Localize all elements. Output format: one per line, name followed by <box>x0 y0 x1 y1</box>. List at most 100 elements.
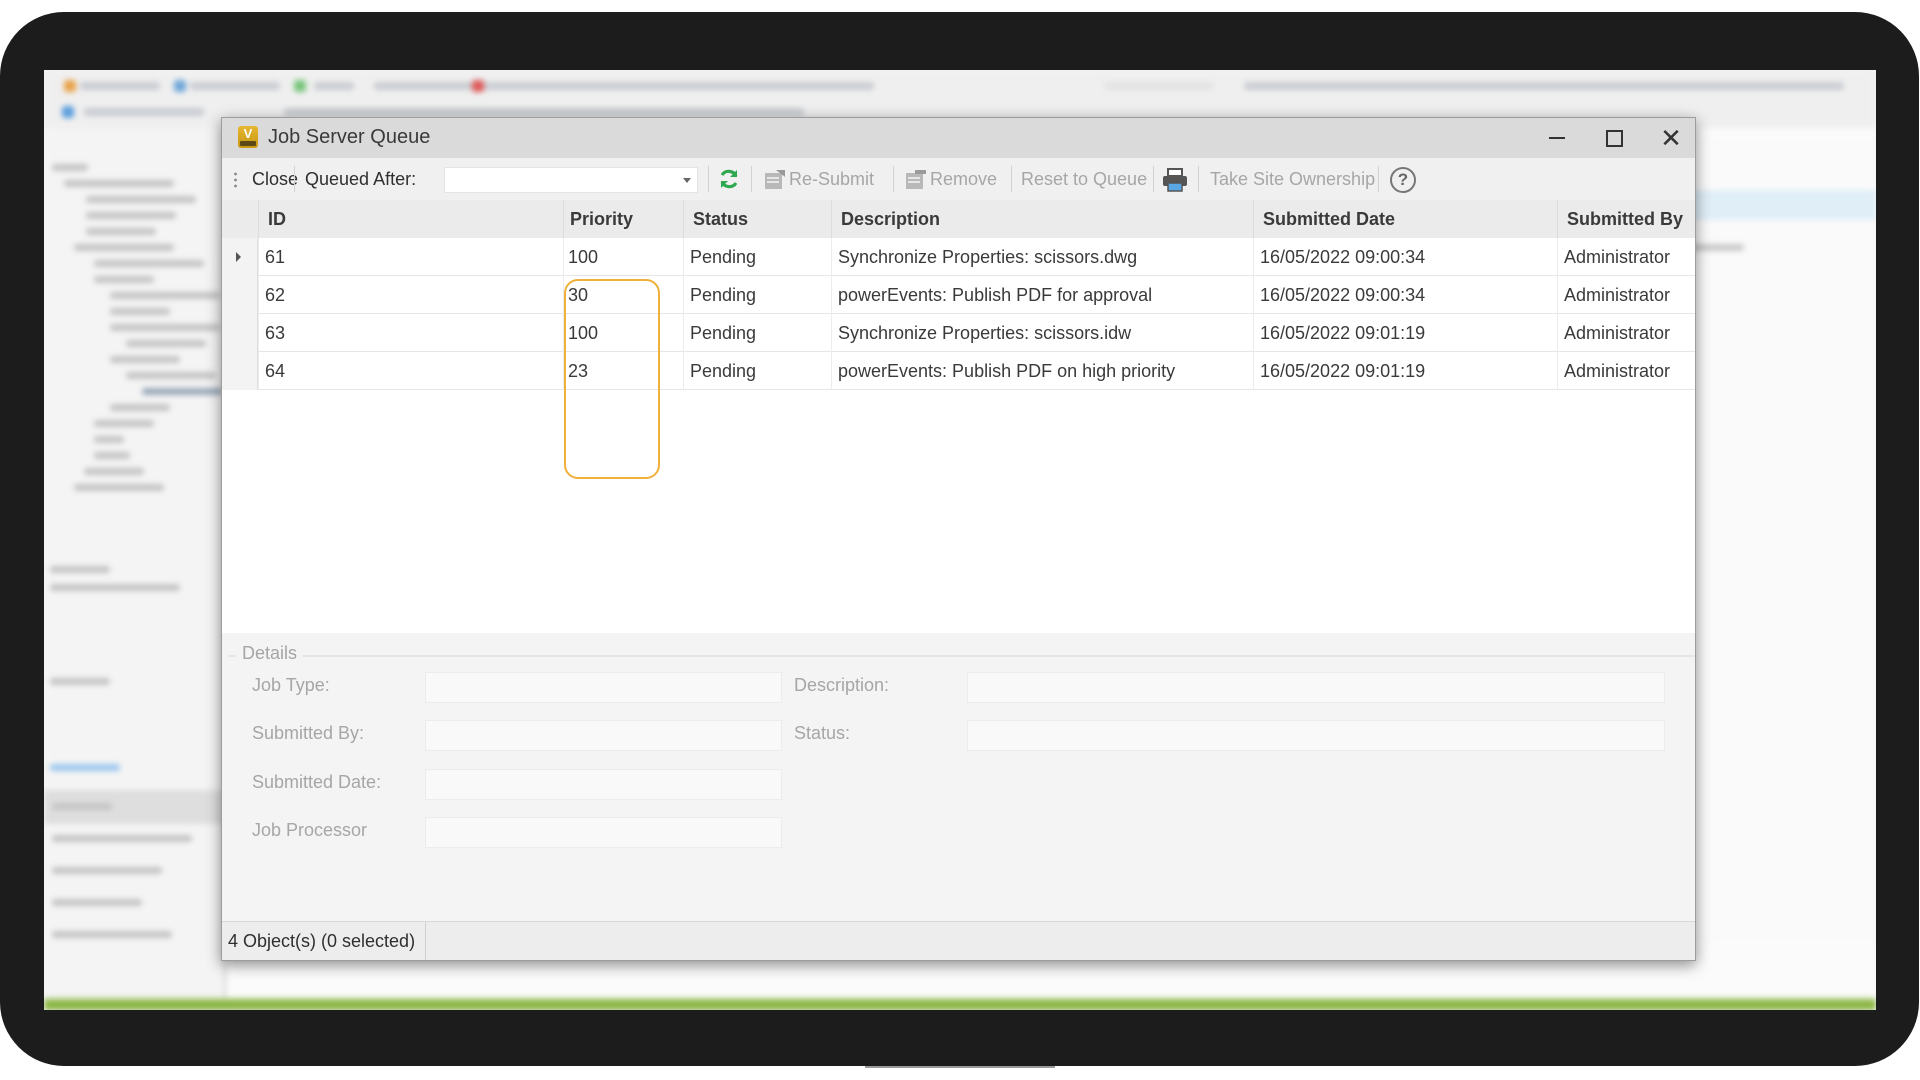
help-icon[interactable]: ? <box>1390 167 1416 193</box>
toolbar-separator <box>294 166 295 192</box>
background-sidebar <box>44 128 226 1000</box>
column-header-status[interactable]: Status <box>683 200 831 238</box>
take-site-ownership-button[interactable]: Take Site Ownership <box>1210 158 1375 200</box>
toolbar-separator <box>708 166 709 192</box>
cell-priority: 100 <box>563 238 683 276</box>
cell-priority: 23 <box>563 352 683 390</box>
status-bar: 4 Object(s) (0 selected) <box>222 921 1695 960</box>
cell-priority: 30 <box>563 276 683 314</box>
background-status-strip <box>44 998 1876 1010</box>
cell-status: Pending <box>683 352 831 390</box>
cell-id: 63 <box>258 314 563 352</box>
status-label: Status: <box>794 723 851 743</box>
cell-description: powerEvents: Publish PDF on high priorit… <box>831 352 1253 390</box>
submitted-by-label: Submitted By: <box>252 723 365 743</box>
row-header[interactable] <box>222 314 258 352</box>
queued-after-dropdown[interactable] <box>444 167 698 193</box>
minimize-button[interactable] <box>1527 118 1587 158</box>
cell-description: powerEvents: Publish PDF for approval <box>831 276 1253 314</box>
vault-app-icon: V <box>238 126 258 148</box>
bg-check-icon <box>294 80 306 92</box>
cell-submitted-by: Administrator <box>1557 314 1695 352</box>
row-header-corner <box>222 200 258 238</box>
column-header-description[interactable]: Description <box>831 200 1253 238</box>
print-icon[interactable] <box>1162 168 1188 192</box>
bg-file-icon <box>174 80 186 92</box>
cell-id: 62 <box>258 276 563 314</box>
column-header-priority[interactable]: Priority <box>563 200 683 238</box>
window-title: Job Server Queue <box>268 126 431 148</box>
table-row[interactable]: 63 100 Pending Synchronize Properties: scis… <box>222 314 1695 352</box>
column-header-submitted-date[interactable]: Submitted Date <box>1253 200 1557 238</box>
close-button[interactable]: Close <box>252 158 298 200</box>
bg-delete-icon <box>472 80 484 92</box>
status-field[interactable] <box>967 720 1665 751</box>
submitted-date-field[interactable] <box>425 769 782 800</box>
cell-priority: 100 <box>563 314 683 352</box>
details-legend: Details <box>236 643 304 664</box>
job-type-field[interactable] <box>425 672 782 703</box>
title-bar[interactable]: V Job Server Queue ✕ <box>222 118 1695 158</box>
current-row-indicator-icon <box>236 252 241 262</box>
job-server-queue-dialog: V Job Server Queue ✕ Close Queued After: <box>221 117 1696 961</box>
row-header[interactable] <box>222 276 258 314</box>
queued-after-label: Queued After: <box>305 169 417 189</box>
cell-submitted-date: 16/05/2022 09:00:34 <box>1253 276 1557 314</box>
job-queue-grid: ID Priority Status Description Submitted… <box>222 200 1695 633</box>
job-type-label: Job Type: <box>252 675 330 695</box>
resubmit-button[interactable]: Re-Submit <box>789 158 874 200</box>
submitted-date-label: Submitted Date: <box>252 772 382 792</box>
reset-to-queue-button[interactable]: Reset to Queue <box>1021 158 1147 200</box>
close-icon: ✕ <box>1660 123 1682 153</box>
app-icon-letter: V <box>243 126 253 141</box>
cell-submitted-date: 16/05/2022 09:01:19 <box>1253 352 1557 390</box>
remove-icon <box>906 170 926 189</box>
details-panel: Details Job Type: Description: Submitted… <box>222 633 1695 923</box>
cell-submitted-by: Administrator <box>1557 238 1695 276</box>
table-row[interactable]: 62 30 Pending powerEvents: Publish PDF for … <box>222 276 1695 314</box>
cell-id: 61 <box>258 238 563 276</box>
device-stand-line <box>865 1066 1055 1068</box>
maximize-button[interactable] <box>1584 118 1644 158</box>
cell-submitted-by: Administrator <box>1557 276 1695 314</box>
cell-description: Synchronize Properties: scissors.dwg <box>831 238 1253 276</box>
toolbar-separator <box>1011 166 1012 192</box>
cell-submitted-by: Administrator <box>1557 352 1695 390</box>
cell-submitted-date: 16/05/2022 09:01:19 <box>1253 314 1557 352</box>
toolbar-separator <box>1198 166 1199 192</box>
remove-button[interactable]: Remove <box>930 158 997 200</box>
row-header[interactable] <box>222 238 258 276</box>
maximize-icon <box>1605 129 1623 147</box>
refresh-icon[interactable] <box>717 167 741 191</box>
bg-file-icon <box>64 80 76 92</box>
cell-description: Synchronize Properties: scissors.idw <box>831 314 1253 352</box>
toolbar: Close Queued After: Re-Submit Remove Res… <box>222 158 1695 201</box>
description-field[interactable] <box>967 672 1665 703</box>
bg-back-icon <box>62 106 74 118</box>
cell-status: Pending <box>683 314 831 352</box>
chevron-down-icon <box>683 178 691 183</box>
grip-icon[interactable] <box>234 171 237 188</box>
submitted-by-field[interactable] <box>425 720 782 751</box>
cell-status: Pending <box>683 276 831 314</box>
details-group-border <box>228 655 1695 657</box>
description-label: Description: <box>794 675 890 695</box>
close-window-button[interactable]: ✕ <box>1641 118 1701 158</box>
table-row[interactable]: 64 23 Pending powerEvents: Publish PDF on h… <box>222 352 1695 390</box>
object-count-status: 4 Object(s) (0 selected) <box>228 922 427 960</box>
minimize-icon <box>1549 137 1565 139</box>
toolbar-separator <box>893 166 894 192</box>
toolbar-separator <box>1153 166 1154 192</box>
grid-header: ID Priority Status Description Submitted… <box>222 200 1695 238</box>
cell-status: Pending <box>683 238 831 276</box>
job-processor-field[interactable] <box>425 817 782 848</box>
toolbar-separator <box>751 166 752 192</box>
cell-submitted-date: 16/05/2022 09:00:34 <box>1253 238 1557 276</box>
row-header[interactable] <box>222 352 258 390</box>
resubmit-icon <box>765 170 785 189</box>
column-header-id[interactable]: ID <box>258 200 563 238</box>
toolbar-separator <box>1378 166 1379 192</box>
cell-id: 64 <box>258 352 563 390</box>
table-row[interactable]: 61 100 Pending Synchronize Properties: scis… <box>222 238 1695 276</box>
column-header-submitted-by[interactable]: Submitted By <box>1557 200 1695 238</box>
